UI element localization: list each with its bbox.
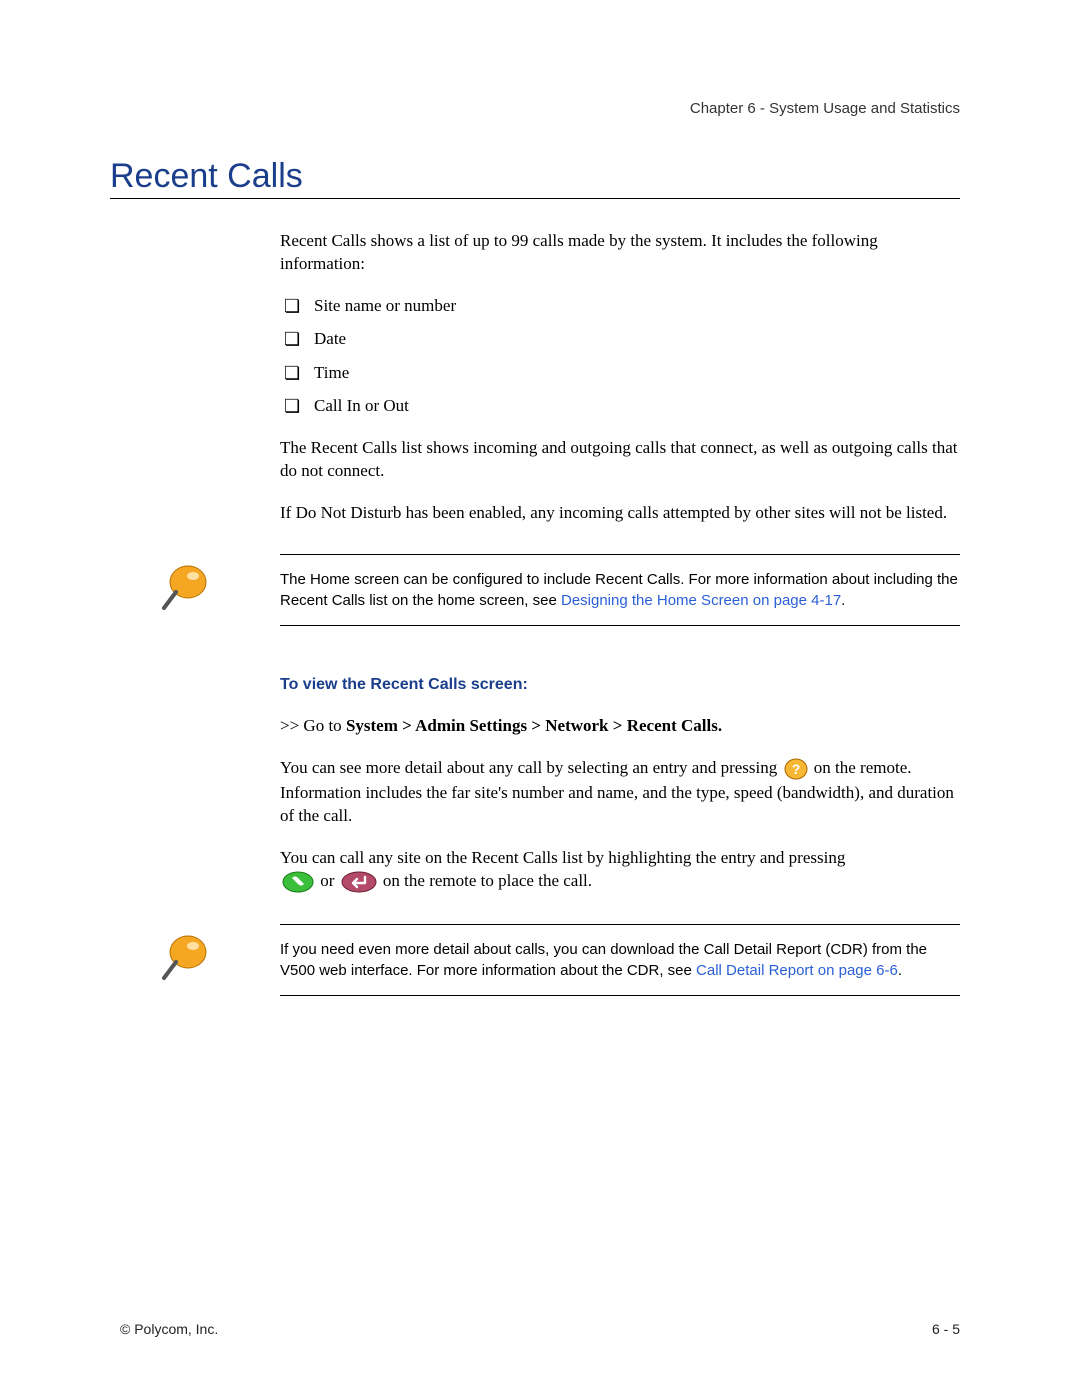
note-block-1: The Home screen can be configured to inc… xyxy=(160,554,960,626)
footer-page-number: 6 - 5 xyxy=(932,1321,960,1337)
intro-paragraph: Recent Calls shows a list of up to 99 ca… xyxy=(280,229,960,276)
body-content: Recent Calls shows a list of up to 99 ca… xyxy=(280,229,960,996)
call-paragraph: You can call any site on the Recent Call… xyxy=(280,846,960,895)
sub-heading: To view the Recent Calls screen: xyxy=(280,674,960,696)
enter-button-icon xyxy=(341,870,377,894)
page-header: Chapter 6 - System Usage and Statistics xyxy=(110,100,960,117)
call-text-a: You can call any site on the Recent Call… xyxy=(280,846,960,869)
link-home-screen[interactable]: Designing the Home Screen on page 4-17 xyxy=(561,592,841,609)
help-button-icon: ? xyxy=(784,757,808,781)
list-item: Time xyxy=(280,361,960,384)
goto-line: >> Go to System > Admin Settings > Netwo… xyxy=(280,714,960,737)
link-cdr[interactable]: Call Detail Report on page 6-6 xyxy=(696,962,898,979)
footer-copyright: © Polycom, Inc. xyxy=(120,1321,218,1337)
svg-text:?: ? xyxy=(791,761,800,777)
note-text-end: . xyxy=(898,962,902,979)
pushpin-icon xyxy=(160,560,212,612)
list-item: Site name or number xyxy=(280,294,960,317)
page-footer: © Polycom, Inc. 6 - 5 xyxy=(120,1321,960,1337)
goto-path: System > Admin Settings > Network > Rece… xyxy=(346,716,722,735)
info-list: Site name or number Date Time Call In or… xyxy=(280,294,960,418)
detail-paragraph: You can see more detail about any call b… xyxy=(280,756,960,828)
list-item: Date xyxy=(280,327,960,350)
pushpin-icon xyxy=(160,930,212,982)
list-item: Call In or Out xyxy=(280,394,960,417)
call-or-text: or xyxy=(320,871,338,890)
goto-prefix: >> Go to xyxy=(280,716,346,735)
detail-text-a: You can see more detail about any call b… xyxy=(280,758,782,777)
paragraph-connect: The Recent Calls list shows incoming and… xyxy=(280,436,960,483)
call-button-icon xyxy=(282,870,314,894)
section-title: Recent Calls xyxy=(110,157,960,199)
note-text-end: . xyxy=(841,592,845,609)
note-block-2: If you need even more detail about calls… xyxy=(160,924,960,996)
paragraph-dnd: If Do Not Disturb has been enabled, any … xyxy=(280,501,960,524)
call-text-b: on the remote to place the call. xyxy=(383,871,592,890)
